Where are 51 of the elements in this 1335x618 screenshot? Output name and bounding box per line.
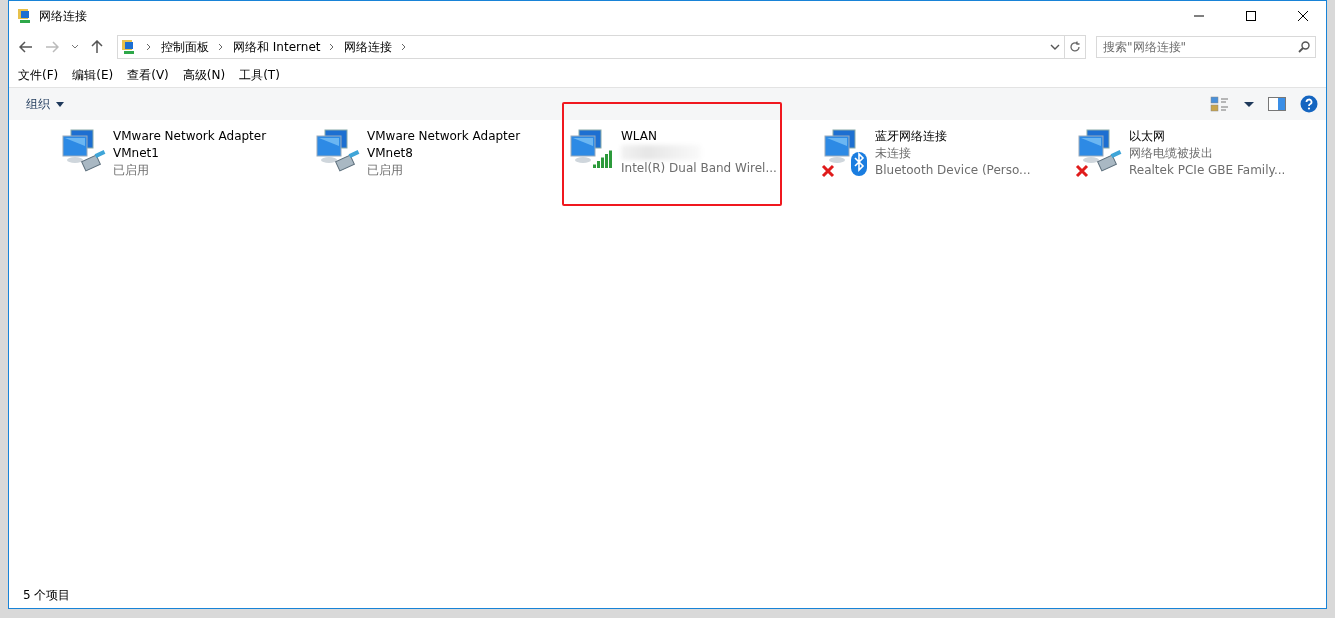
chevron-icon xyxy=(217,43,225,51)
device-name: Intel(R) Dual Band Wirel... xyxy=(621,160,778,177)
signal-bars-icon xyxy=(593,150,612,168)
menu-item[interactable]: 文件(F) xyxy=(18,66,59,84)
computers-icon xyxy=(316,129,348,163)
bluetooth-icon xyxy=(851,152,867,176)
connection-name: VMware Network Adapter VMnet8 xyxy=(367,128,522,162)
menu-item[interactable]: 工具(T) xyxy=(239,66,280,84)
close-icon xyxy=(1297,10,1309,22)
computers-icon xyxy=(824,129,856,163)
cable-plug-icon xyxy=(1097,150,1122,172)
menu-item[interactable]: 查看(V) xyxy=(127,66,169,84)
cable-plug-icon xyxy=(335,150,360,172)
chevron-icon xyxy=(145,43,153,51)
connection-item[interactable]: VMware Network Adapter VMnet8 已启用 xyxy=(308,102,528,207)
connection-item[interactable]: WLAN Intel(R) Dual Band Wirel... xyxy=(562,102,782,206)
connection-name: 以太网 xyxy=(1129,128,1166,145)
computers-icon xyxy=(62,129,94,163)
connection-item[interactable]: 蓝牙网络连接 未连接 Bluetooth Device (Perso... xyxy=(816,102,1036,207)
maximize-icon xyxy=(1245,10,1257,22)
connection-status: 已启用 xyxy=(113,162,150,179)
address-bar[interactable]: 控制面板 网络和 Internet 网络连接 xyxy=(117,35,1086,59)
computers-icon xyxy=(1078,129,1110,163)
search-icon xyxy=(1298,41,1310,53)
device-name: Bluetooth Device (Perso... xyxy=(875,162,1032,179)
view-options-icon[interactable] xyxy=(1210,96,1230,112)
network-folder-icon xyxy=(17,8,33,24)
connection-status: 网络电缆被拔出 xyxy=(1129,145,1214,162)
connection-status: 已启用 xyxy=(367,162,404,179)
device-name: Realtek PCIe GBE Family... xyxy=(1129,162,1287,179)
help-icon[interactable] xyxy=(1300,95,1318,113)
connection-name: VMware Network Adapter VMnet1 xyxy=(113,128,268,162)
cable-plug-icon xyxy=(81,150,106,172)
connection-name: 蓝牙网络连接 xyxy=(875,128,948,145)
breadcrumb-item[interactable]: 网络连接 xyxy=(344,38,393,56)
breadcrumb-item[interactable]: 网络和 Internet xyxy=(233,38,321,56)
preview-pane-icon[interactable] xyxy=(1268,97,1286,111)
connection-item[interactable]: 以太网 网络电缆被拔出 Realtek PCIe GBE Family... xyxy=(1070,102,1290,207)
caret-icon xyxy=(56,101,64,107)
breadcrumb-item[interactable]: 控制面板 xyxy=(161,38,209,56)
window-title: 网络连接 xyxy=(39,7,88,25)
chevron-down-icon xyxy=(71,44,79,50)
search-field[interactable]: 搜索"网络连接" xyxy=(1096,36,1316,58)
computers-icon xyxy=(570,129,602,163)
network-folder-icon xyxy=(121,39,137,55)
dropdown-caret-icon[interactable] xyxy=(1244,101,1254,107)
menu-item[interactable]: 高级(N) xyxy=(182,66,226,84)
connection-name: WLAN xyxy=(621,128,658,145)
connection-status: 未连接 xyxy=(875,145,912,162)
item-count: 5 个项目 xyxy=(23,586,71,604)
menu-item[interactable]: 编辑(E) xyxy=(72,66,114,84)
